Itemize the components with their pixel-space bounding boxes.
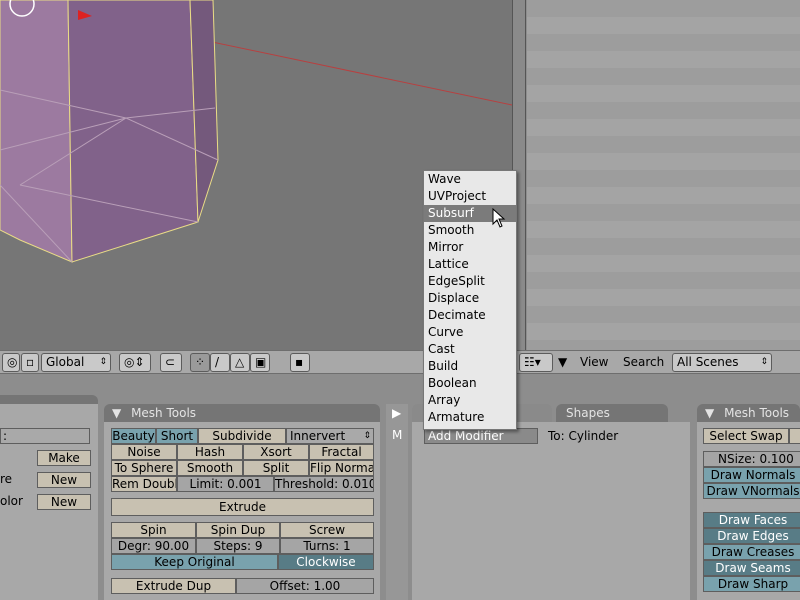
extra-button[interactable] (789, 428, 800, 444)
3d-view-header: ◎ ▫ Global ⇕ ◎⇕ ⊂ ⁘ / △ ▣ ▪ ☷▾ ▼ View Se… (0, 350, 800, 374)
scenes-select[interactable]: All Scenes ⇕ (672, 353, 772, 372)
mesh-tools-title: Mesh Tools (131, 406, 197, 420)
mesh-tools-1-panel-header[interactable]: ▼ Mesh Tools 1 (697, 404, 800, 438)
menu-item-wave[interactable]: Wave (424, 171, 516, 188)
xsort-button[interactable]: Xsort (243, 444, 309, 460)
shapes-tab-label: Shapes (566, 406, 610, 420)
beauty-toggle[interactable]: Beauty (111, 428, 156, 444)
mesh-face-left (0, 0, 73, 263)
panel-tab (0, 395, 98, 404)
face-select-icon[interactable]: △ (230, 353, 250, 372)
spin-dup-button[interactable]: Spin Dup (196, 522, 280, 538)
flip-normal-button[interactable]: Flip Normal (309, 460, 374, 476)
menu-item-curve[interactable]: Curve (424, 324, 516, 341)
mesh-tools-panel: Beauty Short Subdivide Innervert ⇕ Noise… (104, 422, 380, 600)
noise-button[interactable]: Noise (111, 444, 177, 460)
menu-item-armature[interactable]: Armature (424, 409, 516, 426)
panel-side-column: ▶ M (386, 404, 408, 600)
shapes-tab[interactable]: Shapes (556, 404, 668, 422)
proportional-edit-icon[interactable]: ◎⇕ (119, 353, 151, 372)
steps-field[interactable]: Steps: 9 (196, 538, 280, 554)
fractal-button[interactable]: Fractal (309, 444, 374, 460)
menu-item-decimate[interactable]: Decimate (424, 307, 516, 324)
chevron-updown-icon: ⇕ (363, 431, 371, 441)
draw-edges-toggle[interactable]: Draw Edges (703, 528, 800, 544)
limit-field[interactable]: Limit: 0.001 (177, 476, 274, 492)
side-m-label: M (392, 428, 403, 442)
screw-button[interactable]: Screw (280, 522, 374, 538)
manipulator-icon[interactable]: ▫ (21, 353, 39, 372)
orientation-value: Global (46, 355, 85, 369)
draw-sharp-toggle[interactable]: Draw Sharp (703, 576, 800, 592)
menu-item-displace[interactable]: Displace (424, 290, 516, 307)
magnet-icon[interactable]: ⊂ (160, 353, 182, 372)
nsize-field[interactable]: NSize: 0.100 (703, 451, 800, 467)
draw-creases-toggle[interactable]: Draw Creases (703, 544, 800, 560)
new-button[interactable]: New (37, 494, 91, 510)
link-materials-panel: : Make re New olor New (0, 395, 98, 600)
new-button[interactable]: New (37, 472, 91, 488)
menu-item-build[interactable]: Build (424, 358, 516, 375)
hash-button[interactable]: Hash (177, 444, 243, 460)
extrude-button[interactable]: Extrude (111, 498, 374, 516)
outliner-window[interactable] (527, 0, 800, 350)
menu-item-array[interactable]: Array (424, 392, 516, 409)
degr-field[interactable]: Degr: 90.00 (111, 538, 196, 554)
turns-field[interactable]: Turns: 1 (280, 538, 374, 554)
make-button[interactable]: Make (37, 450, 91, 466)
mesh-tools-1-panel: Select Swap NSize: 0.100 Draw Normals Dr… (697, 422, 800, 600)
threshold-field[interactable]: Threshold: 0.010 (274, 476, 374, 492)
render-icon[interactable]: ▪ (290, 353, 310, 372)
vertex-select-icon[interactable]: ⁘ (190, 353, 210, 372)
play-arrow-icon[interactable]: ▶ (392, 406, 401, 420)
mesh-tools-panel-header[interactable]: ▼ Mesh Tools (104, 404, 380, 422)
outliner-menu-arrow-icon[interactable]: ▼ (558, 355, 567, 369)
offset-field[interactable]: Offset: 1.00 (236, 578, 374, 594)
chevron-updown-icon: ⇕ (760, 357, 768, 367)
split-button[interactable]: Split (243, 460, 309, 476)
rem-doubles-button[interactable]: Rem Doubl (111, 476, 177, 492)
label-re: re (0, 472, 13, 486)
mouse-cursor-icon (492, 208, 506, 228)
draw-vnormals-toggle[interactable]: Draw VNormals (703, 483, 800, 499)
orientation-select[interactable]: Global ⇕ (41, 353, 111, 372)
edge-select-icon[interactable]: / (210, 353, 230, 372)
collapse-arrow-icon: ▼ (705, 406, 715, 420)
short-toggle[interactable]: Short (156, 428, 198, 444)
select-swap-button[interactable]: Select Swap (703, 428, 789, 444)
menu-item-lattice[interactable]: Lattice (424, 256, 516, 273)
draw-faces-toggle[interactable]: Draw Faces (703, 512, 800, 528)
chevron-updown-icon: ⇕ (99, 357, 107, 367)
menu-item-uvproject[interactable]: UVProject (424, 188, 516, 205)
view-menu[interactable]: View (580, 355, 608, 369)
label-olor: olor (0, 494, 23, 508)
smooth-button[interactable]: Smooth (177, 460, 243, 476)
menu-item-mirror[interactable]: Mirror (424, 239, 516, 256)
vertex-group-field[interactable]: : (0, 428, 90, 444)
scenes-value: All Scenes (677, 355, 739, 369)
pivot-icon[interactable]: ◎ (2, 353, 20, 372)
extrude-dup-button[interactable]: Extrude Dup (111, 578, 236, 594)
menu-item-cast[interactable]: Cast (424, 341, 516, 358)
draw-seams-toggle[interactable]: Draw Seams (703, 560, 800, 576)
outliner-display-icon[interactable]: ☷▾ (519, 353, 553, 372)
subdivide-type-value: Innervert (290, 429, 346, 443)
to-object-label: To: Cylinder (548, 429, 619, 443)
subdivide-button[interactable]: Subdivide (198, 428, 286, 444)
keep-original-toggle[interactable]: Keep Original (111, 554, 278, 570)
menu-item-edgesplit[interactable]: EdgeSplit (424, 273, 516, 290)
search-menu[interactable]: Search (623, 355, 664, 369)
occlude-geometry-icon[interactable]: ▣ (250, 353, 270, 372)
mesh-face-front (67, 0, 199, 263)
collapse-arrow-icon: ▼ (112, 406, 122, 420)
menu-item-boolean[interactable]: Boolean (424, 375, 516, 392)
to-sphere-button[interactable]: To Sphere (111, 460, 177, 476)
subdivide-type-select[interactable]: Innervert ⇕ (286, 428, 374, 444)
add-modifier-button[interactable]: Add Modifier (424, 428, 538, 444)
spin-button[interactable]: Spin (111, 522, 196, 538)
clockwise-toggle[interactable]: Clockwise (278, 554, 374, 570)
draw-normals-toggle[interactable]: Draw Normals (703, 467, 800, 483)
modifiers-panel: Add Modifier To: Cylinder (412, 422, 690, 600)
